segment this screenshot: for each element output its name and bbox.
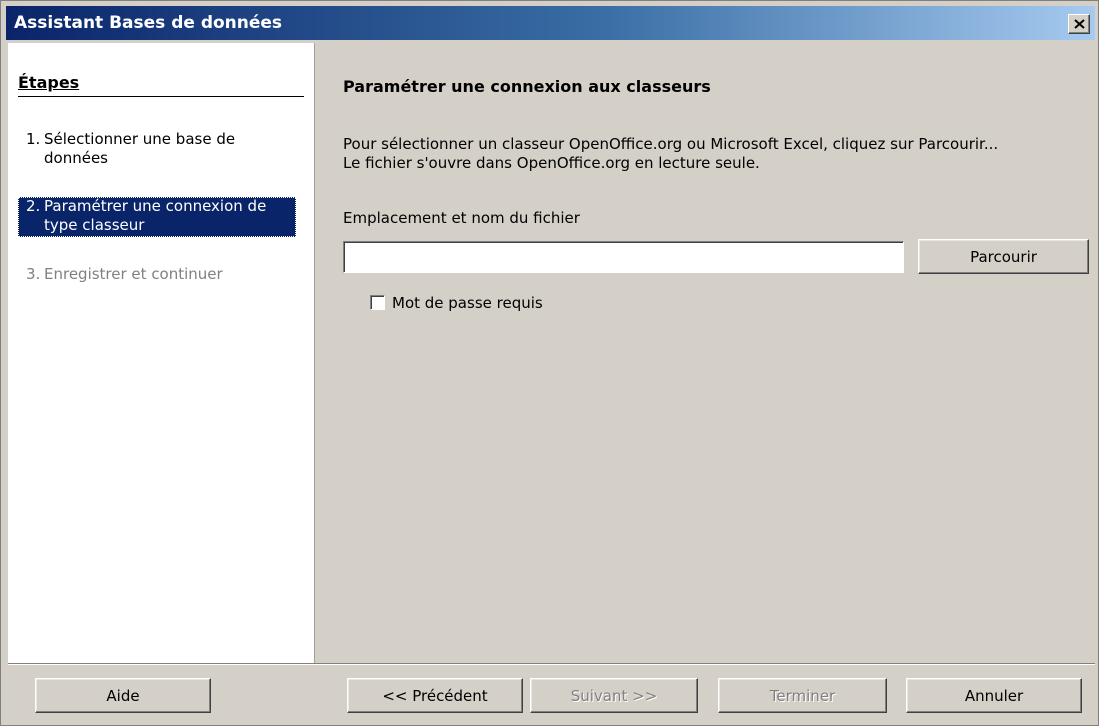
step-configure-spreadsheet[interactable]: 2. Paramétrer une connexion de type clas… — [18, 197, 296, 237]
content-area: Paramétrer une connexion aux classeurs P… — [315, 43, 1095, 663]
previous-button[interactable]: << Précédent — [347, 678, 523, 713]
browse-button[interactable]: Parcourir — [918, 239, 1089, 274]
cancel-button[interactable]: Annuler — [906, 678, 1082, 713]
next-button[interactable]: Suivant >> — [530, 678, 698, 713]
description-line-1: Pour sélectionner un classeur OpenOffice… — [343, 135, 999, 153]
description: Pour sélectionner un classeur OpenOffice… — [343, 135, 1043, 173]
step-number: 1. — [26, 130, 41, 148]
step-select-database[interactable]: 1. Sélectionner une base de données — [18, 130, 296, 170]
footer-separator — [8, 663, 1095, 665]
finish-button[interactable]: Terminer — [718, 678, 887, 713]
title-bar[interactable]: Assistant Bases de données — [6, 6, 1095, 40]
steps-panel: Étapes 1. Sélectionner une base de donné… — [8, 43, 315, 663]
step-number: 2. — [26, 197, 41, 215]
password-required-label[interactable]: Mot de passe requis — [392, 293, 543, 313]
step-label: Paramétrer une connexion de type classeu… — [44, 197, 267, 234]
help-button[interactable]: Aide — [35, 678, 211, 713]
step-save-continue: 3. Enregistrer et continuer — [18, 265, 296, 286]
checkbox-box[interactable] — [370, 295, 385, 310]
close-button[interactable] — [1068, 14, 1090, 34]
database-wizard-window: Assistant Bases de données Étapes 1. Sél… — [0, 0, 1099, 726]
steps-divider — [18, 96, 304, 97]
description-line-2: Le fichier s'ouvre dans OpenOffice.org e… — [343, 154, 760, 172]
step-number: 3. — [26, 265, 41, 283]
location-label: Emplacement et nom du fichier — [343, 209, 580, 227]
steps-title: Étapes — [18, 73, 80, 92]
window-title: Assistant Bases de données — [14, 13, 283, 33]
page-title: Paramétrer une connexion aux classeurs — [343, 77, 711, 96]
step-label: Sélectionner une base de données — [44, 130, 236, 167]
step-label: Enregistrer et continuer — [44, 265, 223, 283]
file-location-input[interactable] — [343, 241, 904, 273]
close-icon — [1074, 19, 1085, 29]
